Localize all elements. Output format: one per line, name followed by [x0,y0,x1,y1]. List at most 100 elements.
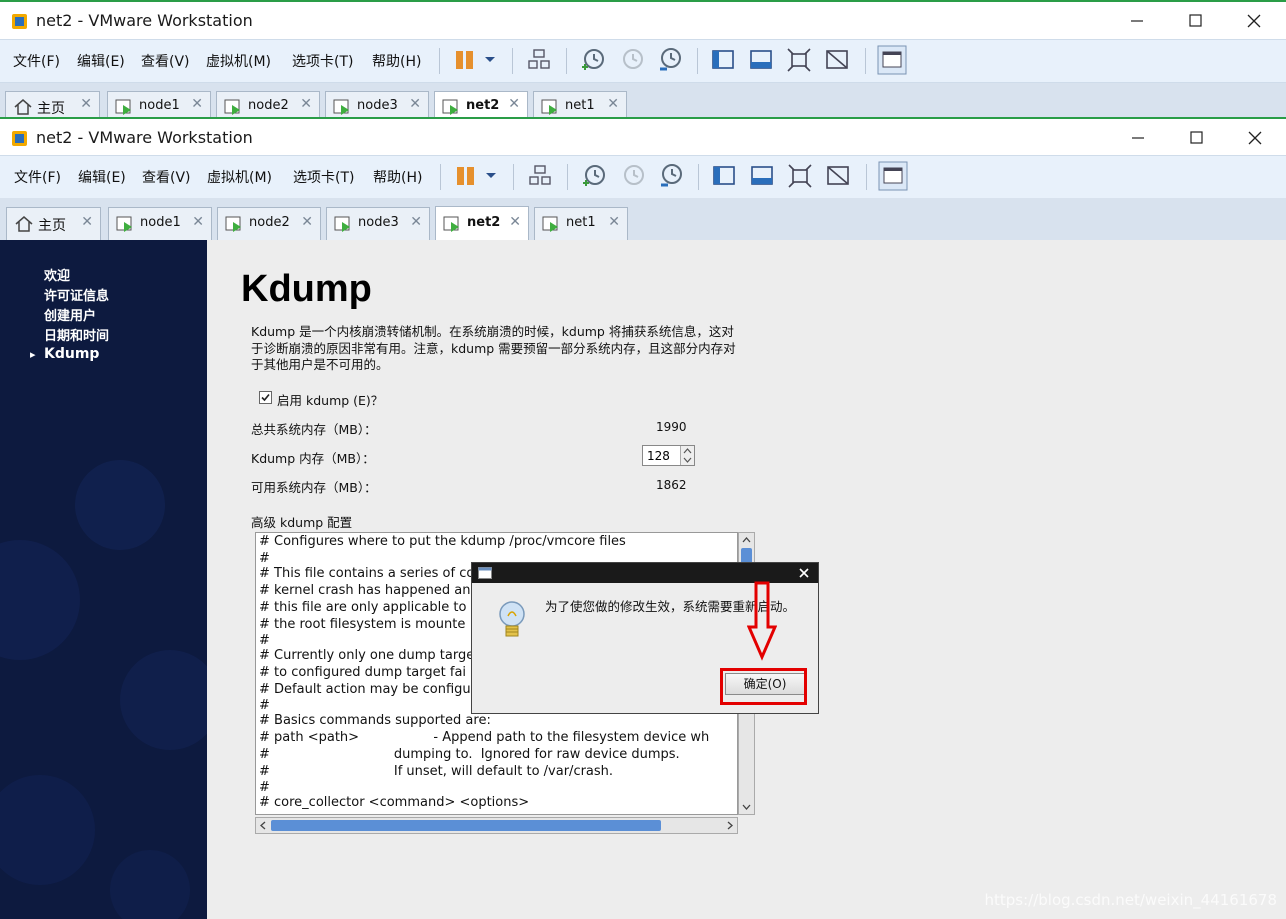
inner-tab-node2[interactable]: node2 ✕ [217,207,321,240]
inner-tab-node1[interactable]: node1 ✕ [108,207,212,240]
config-line: # kernel crash has happened an [259,583,471,598]
advanced-config-label: 高级 kdump 配置 [251,515,353,530]
close-icon[interactable] [1242,10,1266,32]
menu-view[interactable]: 查看(V) [142,167,191,187]
vm-running-icon [442,99,458,115]
usable-memory-label: 可用系统内存（MB）： [251,480,377,495]
outer-tab-node1[interactable]: node1 ✕ [107,91,211,120]
sidebar-item-datetime: 日期和时间 [44,329,110,344]
enable-kdump-checkbox[interactable] [259,391,272,404]
show-library-icon[interactable] [710,47,736,73]
console-view-icon[interactable] [878,161,908,191]
console-view-icon[interactable] [877,45,907,75]
config-horizontal-scrollbar[interactable] [255,817,738,834]
menu-view[interactable]: 查看(V) [141,51,190,71]
minimize-icon[interactable] [1126,127,1150,149]
unity-mode-icon[interactable] [824,47,850,73]
tab-close-icon[interactable]: ✕ [80,96,92,112]
chevron-down-icon[interactable] [480,47,500,73]
snapshot-manager-icon[interactable] [657,47,683,73]
close-icon[interactable] [1243,127,1267,149]
thumbnail-bar-icon[interactable] [748,47,774,73]
vmware-app-icon [12,14,27,29]
tab-close-icon[interactable]: ✕ [509,214,521,230]
outer-tab-net1[interactable]: net1 ✕ [533,91,627,120]
inner-tab-net1[interactable]: net1 ✕ [534,207,628,240]
vm-running-icon [116,216,132,232]
tab-close-icon[interactable]: ✕ [607,96,619,112]
inner-tab-node3[interactable]: node3 ✕ [326,207,430,240]
menu-help[interactable]: 帮助(H) [372,51,421,71]
tab-close-icon[interactable]: ✕ [410,214,422,230]
scroll-down-icon[interactable] [739,800,754,814]
tab-close-icon[interactable]: ✕ [409,96,421,112]
chevron-down-icon[interactable] [481,163,501,189]
toolbar-separator [513,164,514,190]
show-library-icon[interactable] [711,163,737,189]
inner-tab-net2[interactable]: net2 ✕ [435,206,529,240]
horizontal-scroll-thumb[interactable] [271,820,661,831]
tab-close-icon[interactable]: ✕ [508,96,520,112]
tab-close-icon[interactable]: ✕ [191,96,203,112]
enable-kdump-label[interactable]: 启用 kdump (E)？ [277,390,383,409]
snapshot-icon[interactable] [580,47,606,73]
outer-tab-net2[interactable]: net2 ✕ [434,91,528,120]
send-ctrl-alt-del-icon[interactable] [527,163,553,189]
dialog-close-icon[interactable] [798,567,810,579]
outer-tab-node3[interactable]: node3 ✕ [325,91,429,120]
vmware-app-icon [12,131,27,146]
outer-tab-node2[interactable]: node2 ✕ [216,91,320,120]
outer-tab-strip: 主页 ✕ node1 ✕ node2 ✕ node3 ✕ net2 ✕ net1… [0,83,1286,120]
tab-close-icon[interactable]: ✕ [301,214,313,230]
unity-mode-icon[interactable] [825,163,851,189]
snapshot-manager-icon[interactable] [658,163,684,189]
kdump-memory-spinbox[interactable]: 128 [642,445,695,466]
pause-icon[interactable] [452,47,478,73]
fullscreen-icon[interactable] [787,163,813,189]
outer-title-bar: net2 - VMware Workstation [0,0,1286,38]
kdump-memory-value: 128 [647,449,670,463]
menu-tabs[interactable]: 选项卡(T) [292,51,353,71]
spin-up-icon[interactable] [681,446,694,455]
toolbar-separator [567,164,568,190]
tab-label: node1 [139,98,180,113]
spinbox-buttons[interactable] [680,446,694,465]
menu-file[interactable]: 文件(F) [14,167,61,187]
menu-file[interactable]: 文件(F) [13,51,60,71]
thumbnail-bar-icon[interactable] [749,163,775,189]
tab-label: node3 [358,215,399,230]
menu-vm[interactable]: 虚拟机(M) [207,167,272,187]
minimize-icon[interactable] [1125,10,1149,32]
tab-close-icon[interactable]: ✕ [608,214,620,230]
menu-help[interactable]: 帮助(H) [373,167,422,187]
snapshot-icon[interactable] [581,163,607,189]
tab-label: node3 [357,98,398,113]
tab-label: net2 [467,215,501,230]
maximize-icon[interactable] [1183,10,1207,32]
home-icon [15,216,33,232]
scroll-left-icon[interactable] [256,818,270,833]
inner-tab-home[interactable]: 主页 ✕ [6,207,101,240]
scroll-right-icon[interactable] [723,818,737,833]
sidebar-item-license: 许可证信息 [44,289,110,304]
send-ctrl-alt-del-icon[interactable] [526,47,552,73]
maximize-icon[interactable] [1184,127,1208,149]
sidebar-item-welcome: 欢迎 [44,269,71,284]
outer-tab-home[interactable]: 主页 ✕ [5,91,100,120]
toolbar-separator [697,48,698,74]
menu-edit[interactable]: 编辑(E) [78,167,126,187]
checkmark-icon [261,393,270,402]
scroll-up-icon[interactable] [739,533,754,547]
fullscreen-icon[interactable] [786,47,812,73]
menu-tabs[interactable]: 选项卡(T) [293,167,354,187]
tab-close-icon[interactable]: ✕ [192,214,204,230]
dialog-title-bar [472,563,818,583]
tab-close-icon[interactable]: ✕ [81,214,93,230]
menu-vm[interactable]: 虚拟机(M) [206,51,271,71]
page-title: Kdump [241,268,372,310]
menu-edit[interactable]: 编辑(E) [77,51,125,71]
firstboot-sidebar: 欢迎 许可证信息 创建用户 日期和时间 ▸ Kdump [0,240,207,919]
spin-down-icon[interactable] [681,456,694,465]
tab-close-icon[interactable]: ✕ [300,96,312,112]
pause-icon[interactable] [453,163,479,189]
